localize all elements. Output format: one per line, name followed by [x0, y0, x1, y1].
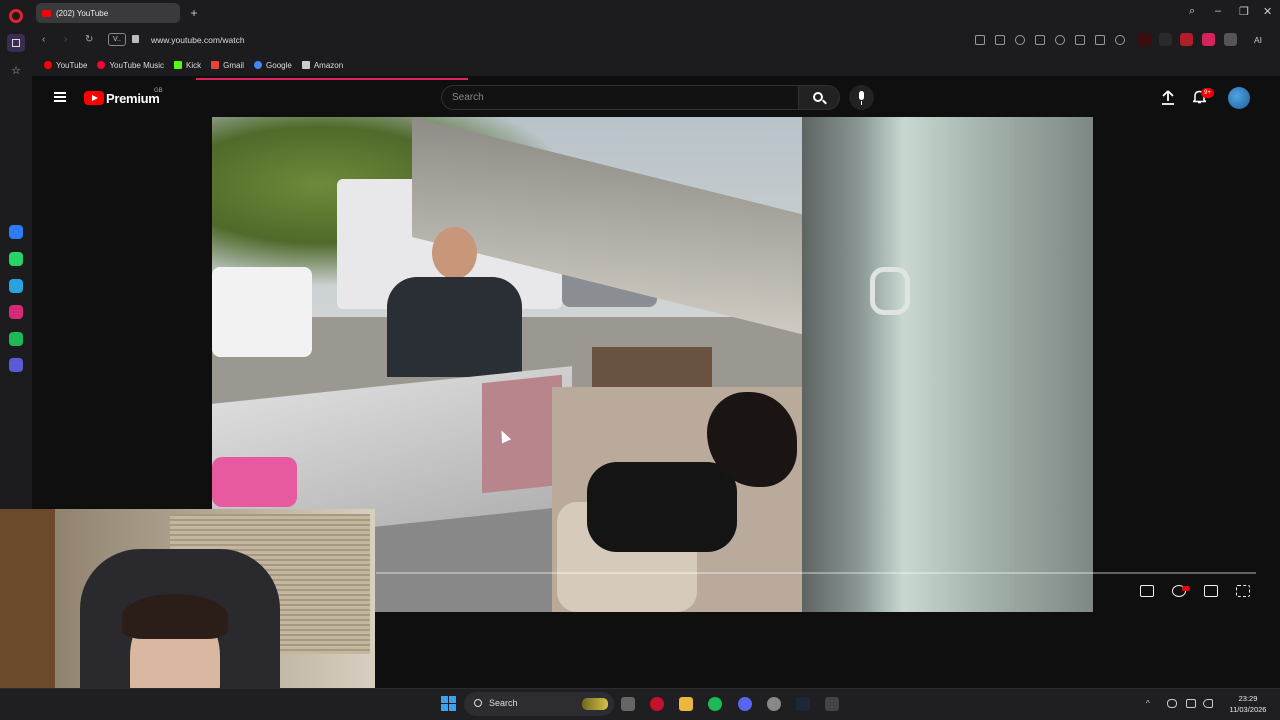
player-icon[interactable] — [9, 358, 23, 372]
avatar[interactable] — [1228, 87, 1250, 109]
forward-icon[interactable]: › — [64, 34, 67, 45]
bookmark-google[interactable]: Google — [254, 61, 292, 70]
clock-time: 23:29 — [1238, 694, 1258, 703]
clock-date: 11/03/2026 — [1229, 705, 1267, 714]
tab-title: (202) YouTube — [56, 8, 109, 18]
telegram-icon[interactable] — [9, 279, 23, 293]
notification-badge: 9+ — [1201, 88, 1214, 98]
site-info-badge[interactable]: V.. — [108, 33, 126, 46]
bookmarks-bar: YouTube YouTube Music Kick Gmail Google … — [32, 54, 1280, 76]
extension-red-icon[interactable] — [1138, 33, 1151, 46]
minimize-icon[interactable]: – — [1215, 5, 1221, 17]
taskbar-clock[interactable]: 23:29 11/03/2026 — [1218, 693, 1278, 715]
task-view-icon[interactable] — [621, 697, 635, 711]
tab-strip: (202) YouTube + ⌕ – ❐ ✕ — [32, 0, 1280, 26]
file-explorer-icon[interactable] — [679, 697, 693, 711]
microphone-tray-icon[interactable] — [1167, 699, 1177, 708]
bookmark-youtube-music[interactable]: YouTube Music — [97, 61, 164, 70]
youtube-brand[interactable]: Premium — [106, 91, 160, 106]
bookmark-gmail[interactable]: Gmail — [211, 61, 244, 70]
hd-badge — [1182, 586, 1190, 591]
edit-icon[interactable] — [975, 35, 985, 45]
screen: ☆ (202) YouTube + ⌕ – ❐ ✕ ‹ › ↻ V.. www.… — [0, 0, 1280, 720]
youtube-music-icon — [97, 61, 106, 69]
messenger-icon[interactable] — [9, 225, 23, 239]
back-icon[interactable]: ‹ — [42, 34, 45, 45]
lock-icon — [132, 35, 139, 43]
spotify-icon[interactable] — [9, 332, 23, 346]
heart-icon[interactable] — [1055, 35, 1065, 45]
ai-button[interactable]: AI — [1254, 35, 1262, 45]
extension-tp-icon[interactable] — [1180, 33, 1193, 46]
youtube-logo-icon[interactable] — [84, 91, 104, 105]
opera-logo-icon[interactable] — [9, 9, 23, 23]
gmail-icon — [211, 61, 220, 69]
opera-taskbar-icon[interactable] — [650, 697, 664, 711]
chevron-up-icon[interactable]: ^ — [1146, 699, 1156, 708]
video-person-woman — [517, 392, 807, 612]
search-button[interactable] — [799, 85, 840, 110]
country-code: GB — [154, 88, 163, 94]
extension-cat-icon[interactable] — [1159, 33, 1172, 46]
close-icon[interactable]: ✕ — [1263, 5, 1272, 18]
search-input[interactable] — [452, 90, 782, 105]
volume-icon[interactable] — [1203, 699, 1213, 708]
youtube-favicon-icon — [42, 9, 51, 17]
extension-pink-icon[interactable] — [1202, 33, 1215, 46]
theater-mode-icon[interactable] — [1204, 585, 1218, 597]
windows-taskbar — [0, 688, 1280, 720]
search-icon — [474, 699, 482, 707]
video-person-man — [387, 227, 522, 377]
youtube-header: Premium GB 9+ — [36, 80, 1280, 116]
windows-start-icon[interactable] — [441, 696, 456, 711]
discord-taskbar-icon[interactable] — [738, 697, 752, 711]
microphone-icon — [859, 91, 864, 100]
star-icon[interactable]: ☆ — [7, 61, 25, 79]
bookmark-youtube[interactable]: YouTube — [44, 61, 87, 70]
fullscreen-icon[interactable] — [1236, 585, 1250, 597]
reload-icon[interactable]: ↻ — [85, 34, 93, 45]
kick-icon — [174, 61, 182, 69]
steam-taskbar-icon[interactable] — [796, 697, 810, 711]
voice-search-button[interactable] — [849, 85, 874, 110]
play-icon[interactable] — [1035, 35, 1045, 45]
google-icon — [254, 61, 263, 69]
address-bar: ‹ › ↻ V.. www.youtube.com/watch AI — [32, 26, 1280, 54]
url-field[interactable]: www.youtube.com/watch — [151, 35, 245, 45]
shield-icon[interactable] — [1015, 35, 1025, 45]
extension-puzzle-icon[interactable] — [1224, 33, 1237, 46]
bookmark-amazon[interactable]: Amazon — [301, 61, 343, 70]
spotify-taskbar-icon[interactable] — [708, 697, 722, 711]
restore-icon[interactable]: ❐ — [1239, 5, 1249, 18]
amazon-icon — [301, 61, 310, 69]
bookmark-kick[interactable]: Kick — [174, 61, 201, 70]
network-icon[interactable] — [1186, 699, 1196, 708]
app-taskbar-icon[interactable] — [767, 697, 781, 711]
home-icon[interactable] — [7, 34, 25, 52]
new-tab-button[interactable]: + — [187, 6, 201, 20]
taskbar-search[interactable]: Search — [464, 692, 614, 716]
app2-taskbar-icon[interactable] — [825, 697, 839, 711]
tab-youtube[interactable]: (202) YouTube — [36, 3, 180, 23]
search-box[interactable] — [441, 85, 799, 110]
hamburger-menu-icon[interactable] — [54, 92, 66, 102]
download-icon[interactable] — [1075, 35, 1085, 45]
whatsapp-icon[interactable] — [9, 252, 23, 266]
video-progress-bar[interactable] — [376, 572, 1256, 574]
search-tabs-icon[interactable]: ⌕ — [1189, 5, 1195, 18]
account-icon[interactable] — [1115, 35, 1125, 45]
instagram-icon[interactable] — [9, 305, 23, 319]
youtube-icon — [44, 61, 52, 69]
subtitles-icon[interactable] — [1140, 585, 1154, 597]
menu-icon[interactable] — [1095, 35, 1105, 45]
camera-icon[interactable] — [995, 35, 1005, 45]
upload-icon[interactable] — [1161, 90, 1175, 106]
